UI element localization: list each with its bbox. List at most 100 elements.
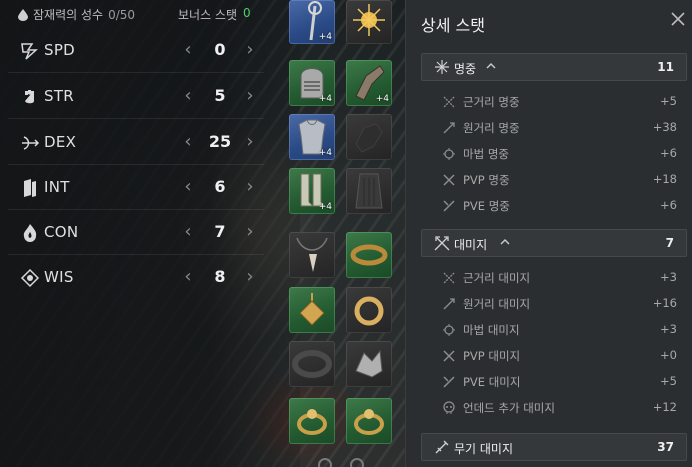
ranged-icon (443, 122, 455, 134)
stat-item-value: +5 (660, 374, 677, 388)
stat-label: INT (44, 178, 70, 196)
stat-item-value: +18 (652, 172, 677, 186)
fist-icon (25, 90, 34, 104)
melee-icon (443, 96, 455, 108)
increase-arrow[interactable]: › (242, 85, 258, 107)
group-label: 무기 대미지 (454, 442, 514, 456)
equip-slot-necklace[interactable] (289, 232, 335, 278)
equip-slot-gauntlet[interactable]: +4 (346, 60, 392, 106)
stat-item-value: +0 (660, 348, 677, 362)
decrease-arrow[interactable]: ‹ (180, 176, 196, 198)
weapon-icon (435, 440, 449, 454)
stat-row-int: INT ‹ 6 › (8, 165, 264, 210)
accuracy-group-header[interactable]: 명중 11 (421, 53, 687, 81)
cape-icon (355, 173, 383, 209)
increase-arrow[interactable]: › (242, 266, 258, 288)
equip-slot-bracelet[interactable] (346, 232, 392, 278)
ring-icon (354, 409, 384, 435)
equip-slot-dragon-charm[interactable] (346, 341, 392, 387)
stat-row-dex: DEX ‹ 25 › (8, 120, 264, 165)
equip-slot-glove[interactable] (346, 114, 392, 160)
stat-item: 마법 명중 +6 (441, 141, 677, 167)
stat-item-label: 언데드 추가 대미지 (463, 401, 555, 415)
equip-slot-staff[interactable]: +4 (289, 0, 335, 44)
equip-slot-earring[interactable] (289, 287, 335, 333)
flame-icon (23, 224, 37, 242)
stat-value: 6 (214, 177, 226, 196)
decrease-arrow[interactable]: ‹ (180, 85, 196, 107)
stat-item-value: +16 (652, 296, 677, 310)
damage-group-header[interactable]: 대미지 7 (421, 229, 687, 257)
equip-slot-boots[interactable]: +4 (289, 168, 335, 214)
equip-slot-armor[interactable]: +4 (289, 114, 335, 160)
stat-item-label: 마법 명중 (463, 147, 509, 161)
stat-row-wis: WIS ‹ 8 › (8, 255, 264, 300)
increase-arrow[interactable]: › (242, 221, 258, 243)
stat-value: 5 (214, 86, 226, 105)
page-dot[interactable] (350, 458, 364, 467)
equip-slot-ring-right[interactable] (346, 398, 392, 444)
stat-item: 원거리 대미지 +16 (441, 291, 677, 317)
stat-item-value: +3 (660, 270, 677, 284)
ranged-icon (443, 298, 455, 310)
equip-slot-sun-orb[interactable] (346, 0, 392, 44)
equip-slot-helmet[interactable]: +4 (289, 60, 335, 106)
equip-slot-belt[interactable] (289, 341, 335, 387)
pve-icon (443, 376, 455, 388)
decrease-arrow[interactable]: ‹ (180, 266, 196, 288)
glove-icon (355, 123, 383, 153)
necklace-icon (296, 237, 328, 272)
stat-item-value: +38 (652, 120, 677, 134)
bracelet-icon (350, 244, 388, 266)
eye-icon (20, 268, 40, 288)
stat-row-con: CON ‹ 7 › (8, 210, 264, 255)
belt-icon (292, 350, 332, 378)
weapon-damage-group-header[interactable]: 무기 대미지 37 (421, 433, 687, 461)
potion-drop-icon (18, 8, 28, 21)
potential-label: 잠재력의 성수 (33, 8, 104, 22)
increase-arrow[interactable]: › (242, 39, 258, 61)
panel-title: 상세 스탯 (421, 16, 485, 35)
stat-label: SPD (44, 41, 76, 59)
melee-icon (443, 272, 455, 284)
group-value: 37 (657, 440, 674, 454)
stat-item: PVE 대미지 +5 (441, 369, 677, 395)
stat-item-label: 원거리 명중 (463, 121, 520, 135)
crosshair-icon (435, 60, 449, 74)
stat-label: DEX (44, 133, 77, 151)
close-icon[interactable] (669, 10, 687, 28)
skull-icon (443, 401, 455, 414)
decrease-arrow[interactable]: ‹ (180, 131, 196, 153)
equip-slot-ring-left[interactable] (289, 398, 335, 444)
stat-value: 8 (214, 267, 226, 286)
page-dot[interactable] (318, 458, 332, 467)
pve-icon (443, 200, 455, 212)
decrease-arrow[interactable]: ‹ (180, 221, 196, 243)
detail-stats-panel: 상세 스탯 명중 11 근거리 명중 +5 원거리 명중 +38 마법 명중 +… (405, 0, 692, 467)
sun-orb-icon (353, 4, 385, 36)
increase-arrow[interactable]: › (242, 176, 258, 198)
chevron-up-icon (486, 63, 496, 69)
stat-item-label: PVE 명중 (463, 199, 510, 213)
stat-item: PVE 명중 +6 (441, 193, 677, 219)
group-label: 명중 (454, 62, 477, 76)
equip-slot-ring-gold[interactable] (346, 287, 392, 333)
decrease-arrow[interactable]: ‹ (180, 39, 196, 61)
stat-item-value: +12 (652, 400, 677, 414)
increase-arrow[interactable]: › (242, 131, 258, 153)
stat-item: 근거리 대미지 +3 (441, 265, 677, 291)
stat-item: 마법 대미지 +3 (441, 317, 677, 343)
stat-item-value: +3 (660, 322, 677, 336)
equip-slot-cape[interactable] (346, 168, 392, 214)
enhance-level: +4 (318, 202, 332, 212)
magic-icon (443, 148, 455, 160)
stat-item: PVP 명중 +18 (441, 167, 677, 193)
stat-item-value: +6 (660, 198, 677, 212)
bow-icon (22, 136, 40, 150)
stat-item: 언데드 추가 대미지 +12 (441, 395, 677, 421)
dragon-charm-icon (355, 349, 383, 378)
swords-icon (434, 236, 450, 251)
pvp-icon (443, 350, 455, 362)
potential-counter: 잠재력의 성수 0/50 (18, 6, 135, 23)
pvp-icon (443, 174, 455, 186)
